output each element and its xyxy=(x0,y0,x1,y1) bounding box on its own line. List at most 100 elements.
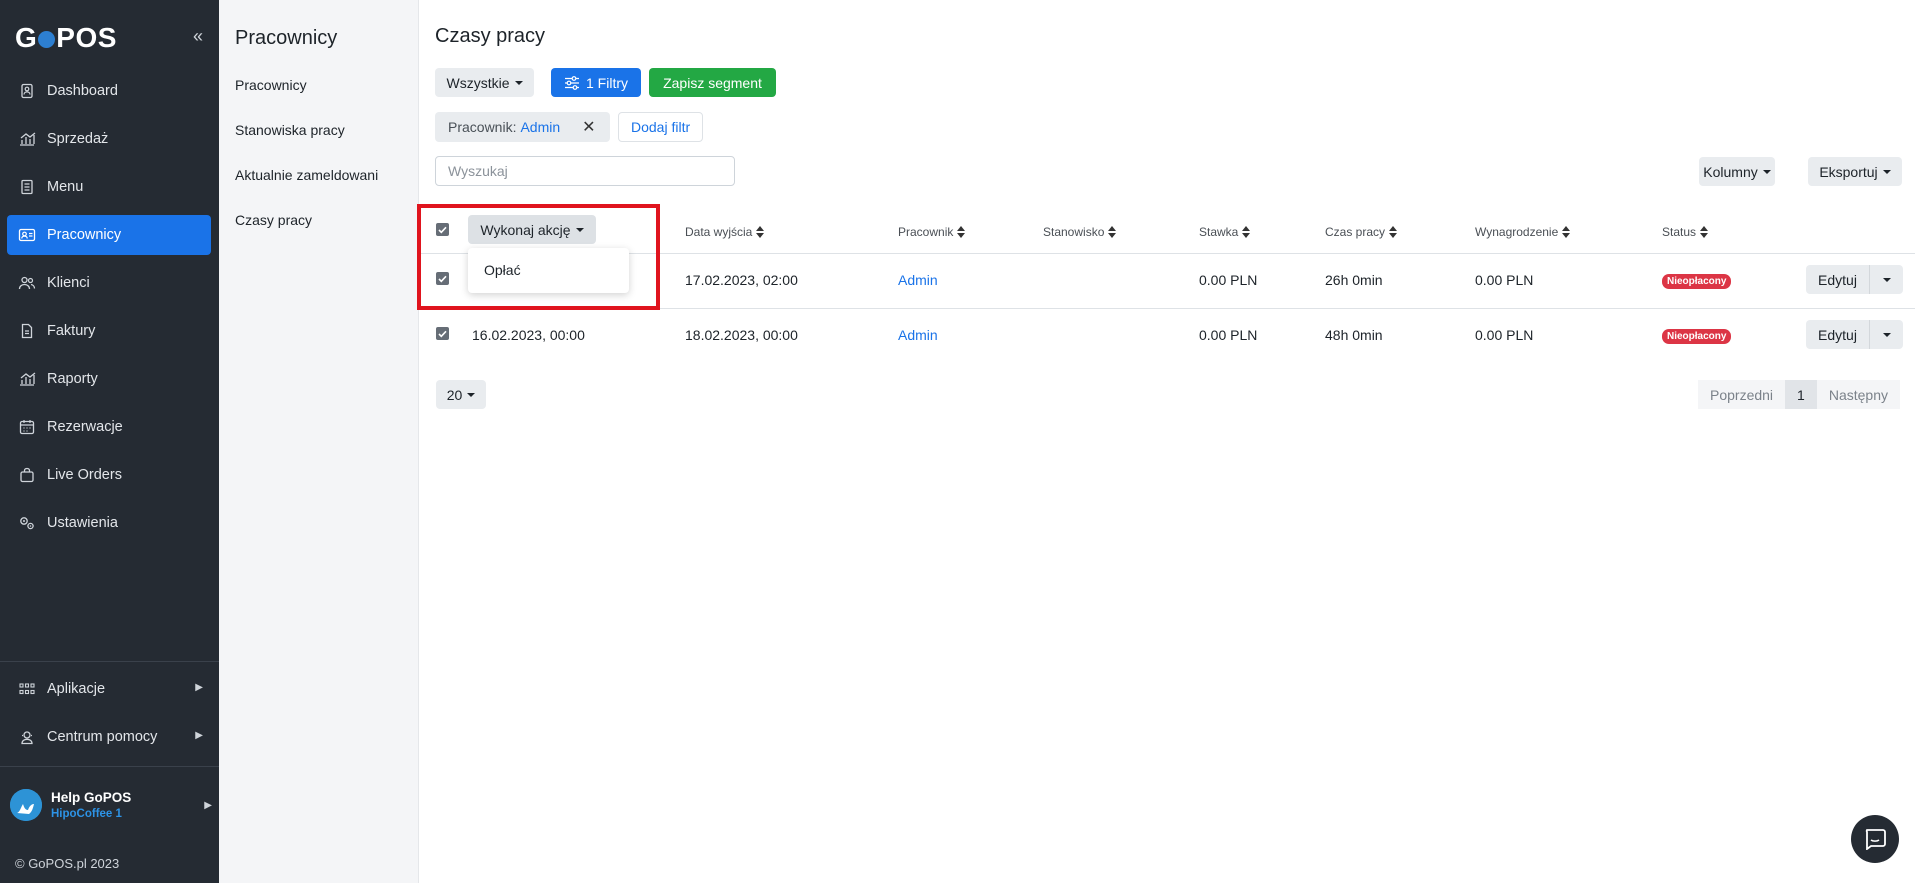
column-header-status[interactable]: Status xyxy=(1662,225,1709,239)
menu-icon xyxy=(17,177,37,197)
sidebar-item-label: Faktury xyxy=(47,323,96,339)
user-name: Help GoPOS xyxy=(51,790,132,805)
employees-icon xyxy=(17,225,37,245)
collapse-sidebar-icon[interactable]: « xyxy=(193,26,203,47)
gopos-logo[interactable]: G POS xyxy=(15,22,117,54)
column-header-data-wyjscia[interactable]: Data wyjścia xyxy=(685,225,765,239)
sidebar-item-pracownicy[interactable]: Pracownicy xyxy=(7,215,211,255)
columns-dropdown-label: Kolumny xyxy=(1703,163,1758,180)
cell-end-date: 17.02.2023, 02:00 xyxy=(685,272,798,288)
row-actions-dropdown[interactable] xyxy=(1869,320,1903,349)
cell-rate: 0.00 PLN xyxy=(1199,327,1258,343)
pagination-page[interactable]: 1 xyxy=(1785,380,1817,409)
column-header-label: Status xyxy=(1662,225,1697,239)
cell-work-time: 48h 0min xyxy=(1325,327,1383,343)
column-header-pracownik[interactable]: Pracownik xyxy=(898,225,966,239)
caret-down-icon xyxy=(1882,332,1891,337)
caret-down-icon xyxy=(1762,169,1771,174)
column-header-stanowisko[interactable]: Stanowisko xyxy=(1043,225,1117,239)
export-dropdown-label: Eksportuj xyxy=(1819,163,1878,180)
help-icon xyxy=(17,727,37,747)
export-dropdown[interactable]: Eksportuj xyxy=(1808,157,1902,186)
chat-widget-button[interactable] xyxy=(1851,815,1899,863)
sidebar-item-label: Live Orders xyxy=(47,467,122,483)
sort-icon xyxy=(957,226,966,238)
sidebar-item-live-orders[interactable]: Live Orders xyxy=(7,455,211,495)
subnav-link-stanowiska[interactable]: Stanowiska pracy xyxy=(235,122,345,138)
caret-right-icon: ▶ xyxy=(195,730,203,741)
sidebar-item-rezerwacje[interactable]: Rezerwacje xyxy=(7,407,211,447)
sidebar-item-label: Raporty xyxy=(47,371,98,387)
sidebar-item-ustawienia[interactable]: Ustawienia xyxy=(7,503,211,543)
page-size-dropdown[interactable]: 20 xyxy=(436,380,486,409)
cell-start-date: 16.02.2023, 00:00 xyxy=(472,327,585,343)
subnav-link-pracownicy[interactable]: Pracownicy xyxy=(235,77,307,93)
status-badge: Nieopłacony xyxy=(1662,274,1732,289)
column-header-czas-pracy[interactable]: Czas pracy xyxy=(1325,225,1398,239)
sort-icon xyxy=(1700,226,1709,238)
add-filter-button[interactable]: Dodaj filtr xyxy=(618,112,704,142)
sidebar-item-centrum-pomocy[interactable]: Centrum pomocy ▶ xyxy=(7,717,211,757)
sort-icon xyxy=(1242,226,1251,238)
sidebar-item-label: Sprzedaż xyxy=(47,131,109,147)
filters-button[interactable]: 1 Filtry xyxy=(551,68,641,97)
sort-icon xyxy=(1389,226,1398,238)
subnav-link-czasy-pracy[interactable]: Czasy pracy xyxy=(235,212,312,228)
sidebar-item-dashboard[interactable]: Dashboard xyxy=(7,71,211,111)
edit-button[interactable]: Edytuj xyxy=(1806,265,1869,294)
pagination-previous[interactable]: Poprzedni xyxy=(1698,380,1786,409)
filter-chip-pracownik[interactable]: Pracownik: Admin ✕ xyxy=(435,112,610,142)
sidebar-item-label: Klienci xyxy=(47,275,90,291)
sidebar-item-label: Aplikacje xyxy=(47,681,106,697)
sidebar-divider xyxy=(0,766,219,767)
sidebar-item-faktury[interactable]: Faktury xyxy=(7,311,211,351)
row-checkbox[interactable] xyxy=(436,327,449,340)
column-header-wynagrodzenie[interactable]: Wynagrodzenie xyxy=(1475,225,1571,239)
close-icon[interactable]: ✕ xyxy=(582,117,595,137)
apps-icon xyxy=(17,679,37,699)
column-header-label: Stawka xyxy=(1199,225,1239,239)
edit-button[interactable]: Edytuj xyxy=(1806,320,1869,349)
save-segment-button[interactable]: Zapisz segment xyxy=(649,68,776,97)
cell-salary: 0.00 PLN xyxy=(1475,327,1534,343)
caret-right-icon: ▶ xyxy=(195,682,203,693)
column-header-label: Pracownik xyxy=(898,225,954,239)
user-switcher[interactable]: Help GoPOS HipoCoffee 1 ▶ xyxy=(10,789,212,823)
filters-button-label: 1 Filtry xyxy=(586,74,628,91)
copyright: © GoPOS.pl 2023 xyxy=(15,856,120,871)
pagination-next[interactable]: Następny xyxy=(1816,380,1900,409)
sales-chart-icon xyxy=(17,129,37,149)
sidebar: G POS « Dashboard Sprzedaż Menu Pracownic… xyxy=(0,0,219,883)
sidebar-item-raporty[interactable]: Raporty xyxy=(7,359,211,399)
sidebar-item-sprzedaz[interactable]: Sprzedaż xyxy=(7,119,211,159)
subnav-link-zameldowani[interactable]: Aktualnie zameldowani xyxy=(235,167,378,183)
edit-button-group: Edytuj xyxy=(1806,320,1903,349)
sidebar-item-label: Pracownicy xyxy=(47,227,122,243)
sidebar-divider xyxy=(0,661,219,662)
filter-chip-value: Admin xyxy=(520,119,561,135)
cell-employee-link[interactable]: Admin xyxy=(898,272,938,288)
sidebar-item-label: Ustawienia xyxy=(47,515,118,531)
sidebar-item-label: Rezerwacje xyxy=(47,419,123,435)
caret-down-icon xyxy=(1882,277,1891,282)
segment-dropdown[interactable]: Wszystkie xyxy=(435,68,534,97)
avatar xyxy=(10,789,42,821)
row-actions-dropdown[interactable] xyxy=(1869,265,1903,294)
settings-icon xyxy=(17,513,37,533)
sidebar-item-klienci[interactable]: Klienci xyxy=(7,263,211,303)
cell-salary: 0.00 PLN xyxy=(1475,272,1534,288)
dashboard-icon xyxy=(17,81,37,101)
segment-dropdown-label: Wszystkie xyxy=(446,74,510,91)
columns-dropdown[interactable]: Kolumny xyxy=(1699,157,1775,186)
cell-employee-link[interactable]: Admin xyxy=(898,327,938,343)
bag-icon xyxy=(17,465,37,485)
sidebar-item-aplikacje[interactable]: Aplikacje ▶ xyxy=(7,669,211,709)
column-header-label: Data wyjścia xyxy=(685,225,753,239)
sidebar-item-menu[interactable]: Menu xyxy=(7,167,211,207)
filter-chip-key: Pracownik: xyxy=(448,119,517,135)
sidebar-item-label: Centrum pomocy xyxy=(47,729,158,745)
column-header-stawka[interactable]: Stawka xyxy=(1199,225,1251,239)
search-input[interactable] xyxy=(435,156,735,186)
calendar-icon xyxy=(17,417,37,437)
sliders-icon xyxy=(564,75,580,90)
